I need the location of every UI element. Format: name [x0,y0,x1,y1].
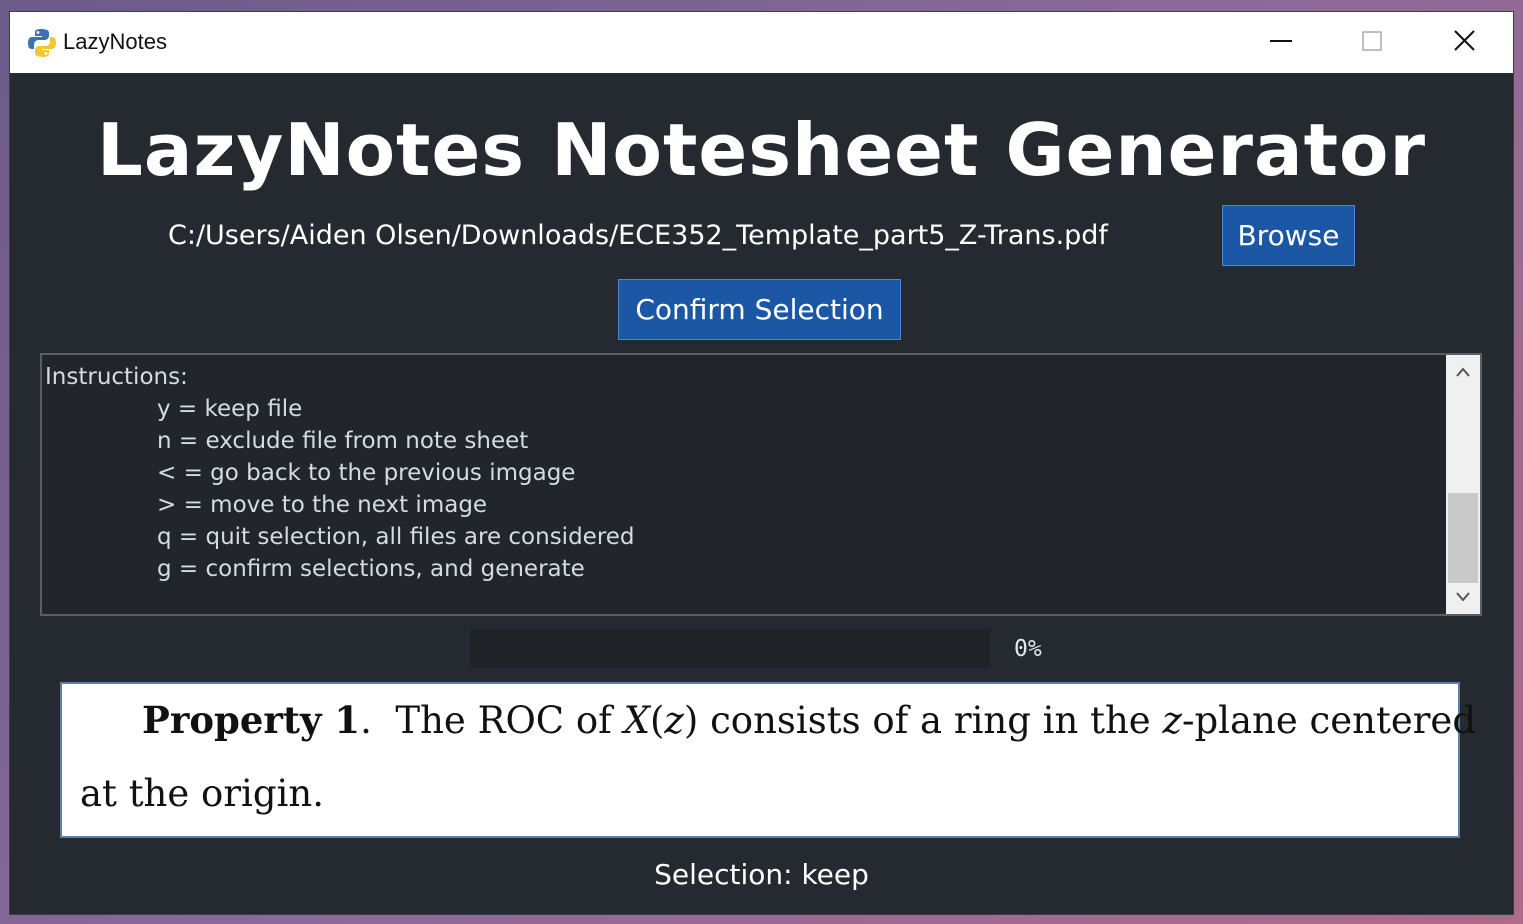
instructions-content: Instructions: y = keep file n = exclude … [45,361,635,585]
instruction-item: > = move to the next image [157,492,488,518]
chevron-up-icon [1456,367,1470,377]
preview-math: z [1162,699,1182,742]
preview-text: . [360,699,372,742]
instruction-item: g = confirm selections, and generate [157,556,585,582]
chevron-down-icon [1456,592,1470,602]
scrollbar-thumb[interactable] [1448,493,1478,583]
preview-image: Property 1. The ROC of X(z) consists of … [60,682,1476,838]
close-button[interactable] [1419,12,1511,73]
preview-line-1: Property 1. The ROC of X(z) consists of … [142,698,1476,742]
confirm-selection-button[interactable]: Confirm Selection [618,279,901,340]
instruction-item: y = keep file [157,396,303,422]
instructions-textbox[interactable]: Instructions: y = keep file n = exclude … [40,353,1482,616]
scroll-up-button[interactable] [1446,355,1480,389]
selection-status: Selection: keep [654,858,869,891]
preview-line-2: at the origin. [80,772,324,815]
python-icon [28,29,56,57]
progress-label: 0% [1014,636,1042,662]
instruction-item: q = quit selection, all files are consid… [157,524,635,550]
maximize-icon [1362,31,1382,51]
scroll-down-button[interactable] [1446,580,1480,614]
browse-button[interactable]: Browse [1222,205,1355,266]
file-path-label: C:/Users/Aiden Olsen/Downloads/ECE352_Te… [168,220,1108,251]
preview-math: z [664,699,684,742]
page-title: LazyNotes Notesheet Generator [97,108,1426,192]
preview-text: The ROC of [395,699,624,742]
instructions-heading: Instructions: [45,364,188,390]
instruction-item: n = exclude file from note sheet [157,428,529,454]
window-title: LazyNotes [63,29,167,54]
title-bar[interactable]: LazyNotes [10,12,1513,73]
preview-text: ) consists of a ring in the [683,699,1163,742]
vertical-scrollbar[interactable] [1446,355,1480,614]
minimize-icon [1270,40,1292,42]
progress-bar [470,629,990,668]
close-icon [1454,30,1475,51]
preview-math: X [623,699,650,742]
instruction-item: < = go back to the previous imgage [157,460,576,486]
preview-text: ( [649,699,665,742]
preview-text: -plane centered [1181,699,1477,742]
maximize-button[interactable] [1327,12,1419,73]
minimize-button[interactable] [1235,12,1327,73]
preview-property-label: Property 1 [142,698,361,742]
app-window: LazyNotes LazyNotes Notesheet Generator … [10,12,1513,914]
